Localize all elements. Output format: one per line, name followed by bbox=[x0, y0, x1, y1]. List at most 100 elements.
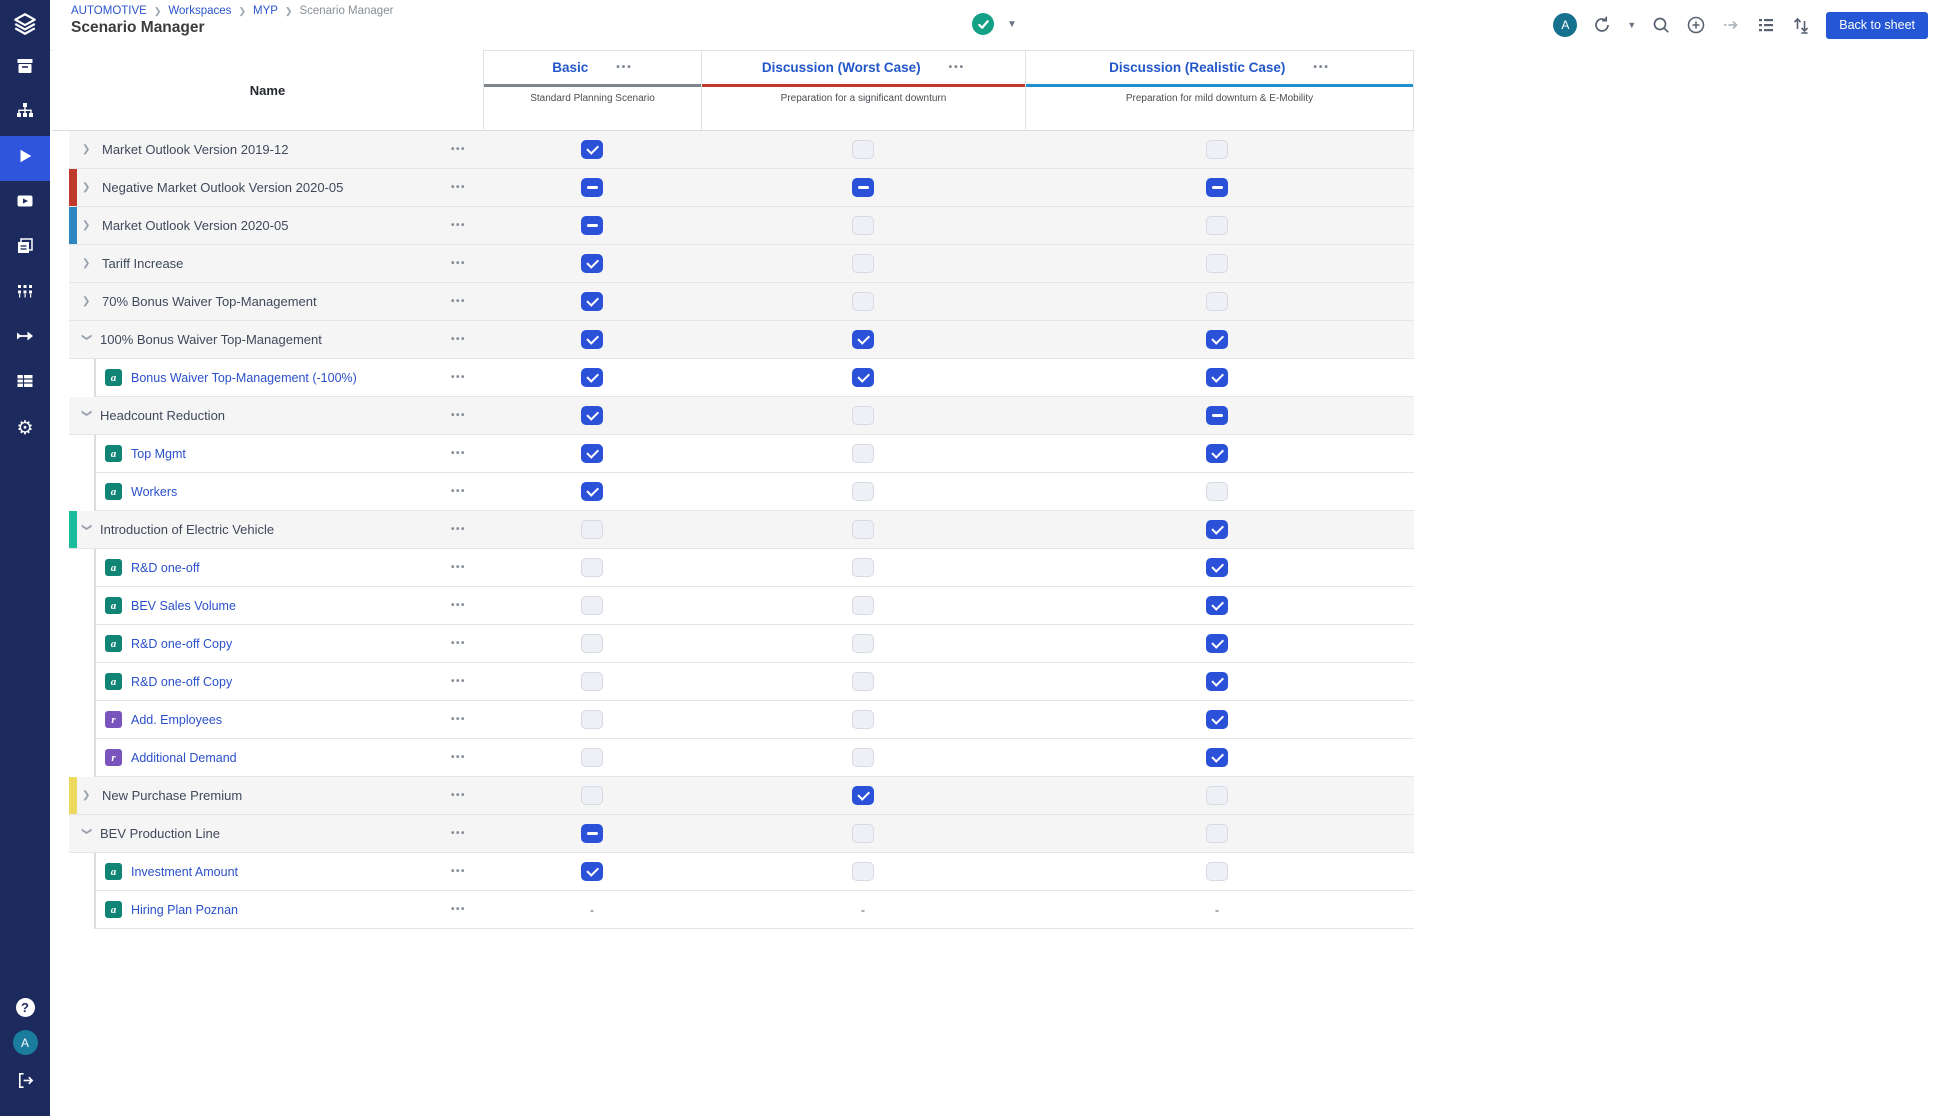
checkbox-basic[interactable] bbox=[581, 672, 603, 691]
jump-arrow-icon[interactable] bbox=[1721, 15, 1741, 35]
table-row[interactable]: ❯BEV Production Line••• bbox=[69, 815, 1414, 853]
row-menu-button[interactable]: ••• bbox=[451, 486, 466, 497]
table-row[interactable]: rAdditional Demand••• bbox=[94, 739, 1414, 777]
table-row[interactable]: aBEV Sales Volume••• bbox=[94, 587, 1414, 625]
checkbox-realistic-case[interactable] bbox=[1206, 368, 1228, 387]
table-row[interactable]: rAdd. Employees••• bbox=[94, 701, 1414, 739]
checkbox-realistic-case[interactable] bbox=[1206, 406, 1228, 425]
checkbox-basic[interactable] bbox=[581, 406, 603, 425]
back-to-sheet-button[interactable]: Back to sheet bbox=[1826, 12, 1928, 39]
checkbox-basic[interactable] bbox=[581, 330, 603, 349]
checkbox-worst-case[interactable] bbox=[852, 406, 874, 425]
breadcrumb-item-automotive[interactable]: AUTOMOTIVE bbox=[71, 5, 147, 17]
checkbox-worst-case[interactable] bbox=[852, 254, 874, 273]
checkbox-worst-case[interactable] bbox=[852, 558, 874, 577]
row-menu-button[interactable]: ••• bbox=[451, 676, 466, 687]
row-menu-button[interactable]: ••• bbox=[451, 410, 466, 421]
row-menu-button[interactable]: ••• bbox=[451, 258, 466, 269]
scenario-title[interactable]: Discussion (Worst Case) bbox=[762, 60, 921, 75]
checkbox-basic[interactable] bbox=[581, 482, 603, 501]
table-row[interactable]: aWorkers••• bbox=[94, 473, 1414, 511]
row-menu-button[interactable]: ••• bbox=[451, 182, 466, 193]
table-row[interactable]: ❯70% Bonus Waiver Top-Management••• bbox=[69, 283, 1414, 321]
chevron-down-icon[interactable]: ❯ bbox=[81, 523, 92, 536]
checkbox-realistic-case[interactable] bbox=[1206, 634, 1228, 653]
checkbox-worst-case[interactable] bbox=[852, 634, 874, 653]
chevron-right-icon[interactable]: ❯ bbox=[82, 220, 95, 231]
row-menu-button[interactable]: ••• bbox=[451, 790, 466, 801]
checkbox-realistic-case[interactable] bbox=[1206, 254, 1228, 273]
row-density-icon[interactable] bbox=[1756, 15, 1776, 35]
table-row[interactable]: aTop Mgmt••• bbox=[94, 435, 1414, 473]
sidebar-item-drivers[interactable] bbox=[0, 271, 50, 316]
checkbox-worst-case[interactable] bbox=[852, 216, 874, 235]
row-menu-button[interactable]: ••• bbox=[451, 296, 466, 307]
row-menu-button[interactable]: ••• bbox=[451, 714, 466, 725]
row-name-link[interactable]: Investment Amount bbox=[131, 865, 238, 879]
row-name-link[interactable]: Bonus Waiver Top-Management (-100%) bbox=[131, 371, 357, 385]
search-icon[interactable] bbox=[1651, 15, 1671, 35]
checkbox-worst-case[interactable] bbox=[852, 596, 874, 615]
toolbar-avatar[interactable]: A bbox=[1553, 13, 1577, 37]
scenario-menu-button[interactable]: ••• bbox=[616, 62, 633, 73]
add-circle-icon[interactable] bbox=[1686, 15, 1706, 35]
chevron-right-icon[interactable]: ❯ bbox=[82, 296, 95, 307]
row-menu-button[interactable]: ••• bbox=[451, 144, 466, 155]
checkbox-worst-case[interactable] bbox=[852, 748, 874, 767]
sidebar-item-presentations[interactable] bbox=[0, 181, 50, 226]
checkbox-basic[interactable] bbox=[581, 444, 603, 463]
table-row[interactable]: ❯Introduction of Electric Vehicle••• bbox=[69, 511, 1414, 549]
checkbox-basic[interactable] bbox=[581, 786, 603, 805]
checkbox-realistic-case[interactable] bbox=[1206, 672, 1228, 691]
scenario-status-dropdown[interactable]: ▼ bbox=[972, 13, 1017, 35]
table-row[interactable]: ❯Market Outlook Version 2019-12••• bbox=[69, 131, 1414, 169]
checkbox-basic[interactable] bbox=[581, 140, 603, 159]
checkbox-realistic-case[interactable] bbox=[1206, 140, 1228, 159]
row-name-link[interactable]: Top Mgmt bbox=[131, 447, 186, 461]
checkbox-worst-case[interactable] bbox=[852, 140, 874, 159]
row-menu-button[interactable]: ••• bbox=[451, 220, 466, 231]
checkbox-worst-case[interactable] bbox=[852, 672, 874, 691]
checkbox-basic[interactable] bbox=[581, 178, 603, 197]
checkbox-worst-case[interactable] bbox=[852, 862, 874, 881]
chevron-right-icon[interactable]: ❯ bbox=[82, 790, 95, 801]
row-menu-button[interactable]: ••• bbox=[451, 600, 466, 611]
refresh-icon[interactable] bbox=[1592, 15, 1612, 35]
chevron-down-icon[interactable]: ❯ bbox=[81, 827, 92, 840]
row-name-link[interactable]: R&D one-off Copy bbox=[131, 675, 232, 689]
sidebar-item-scenarios[interactable] bbox=[0, 136, 50, 181]
scenario-menu-button[interactable]: ••• bbox=[1313, 62, 1330, 73]
checkbox-basic[interactable] bbox=[581, 596, 603, 615]
scenario-title[interactable]: Discussion (Realistic Case) bbox=[1109, 60, 1285, 75]
chevron-down-icon[interactable]: ❯ bbox=[81, 409, 92, 422]
checkbox-realistic-case[interactable] bbox=[1206, 824, 1228, 843]
checkbox-realistic-case[interactable] bbox=[1206, 178, 1228, 197]
row-menu-button[interactable]: ••• bbox=[451, 524, 466, 535]
sidebar-item-models[interactable] bbox=[0, 91, 50, 136]
table-row[interactable]: ❯Market Outlook Version 2020-05••• bbox=[69, 207, 1414, 245]
logout-button[interactable] bbox=[0, 1068, 50, 1098]
table-row[interactable]: ❯New Purchase Premium••• bbox=[69, 777, 1414, 815]
checkbox-worst-case[interactable] bbox=[852, 368, 874, 387]
row-menu-button[interactable]: ••• bbox=[451, 828, 466, 839]
checkbox-realistic-case[interactable] bbox=[1206, 520, 1228, 539]
checkbox-worst-case[interactable] bbox=[852, 178, 874, 197]
row-menu-button[interactable]: ••• bbox=[451, 372, 466, 383]
checkbox-basic[interactable] bbox=[581, 216, 603, 235]
table-row[interactable]: aR&D one-off Copy••• bbox=[94, 625, 1414, 663]
checkbox-realistic-case[interactable] bbox=[1206, 330, 1228, 349]
checkbox-worst-case[interactable] bbox=[852, 786, 874, 805]
row-name-link[interactable]: R&D one-off bbox=[131, 561, 200, 575]
row-name-link[interactable]: Workers bbox=[131, 485, 177, 499]
sidebar-item-reports[interactable] bbox=[0, 226, 50, 271]
checkbox-realistic-case[interactable] bbox=[1206, 786, 1228, 805]
checkbox-realistic-case[interactable] bbox=[1206, 558, 1228, 577]
checkbox-realistic-case[interactable] bbox=[1206, 710, 1228, 729]
table-row[interactable]: ❯Negative Market Outlook Version 2020-05… bbox=[69, 169, 1414, 207]
checkbox-realistic-case[interactable] bbox=[1206, 216, 1228, 235]
checkbox-realistic-case[interactable] bbox=[1206, 444, 1228, 463]
row-menu-button[interactable]: ••• bbox=[451, 752, 466, 763]
row-menu-button[interactable]: ••• bbox=[451, 638, 466, 649]
layers-logo-icon[interactable] bbox=[0, 2, 50, 46]
checkbox-worst-case[interactable] bbox=[852, 710, 874, 729]
